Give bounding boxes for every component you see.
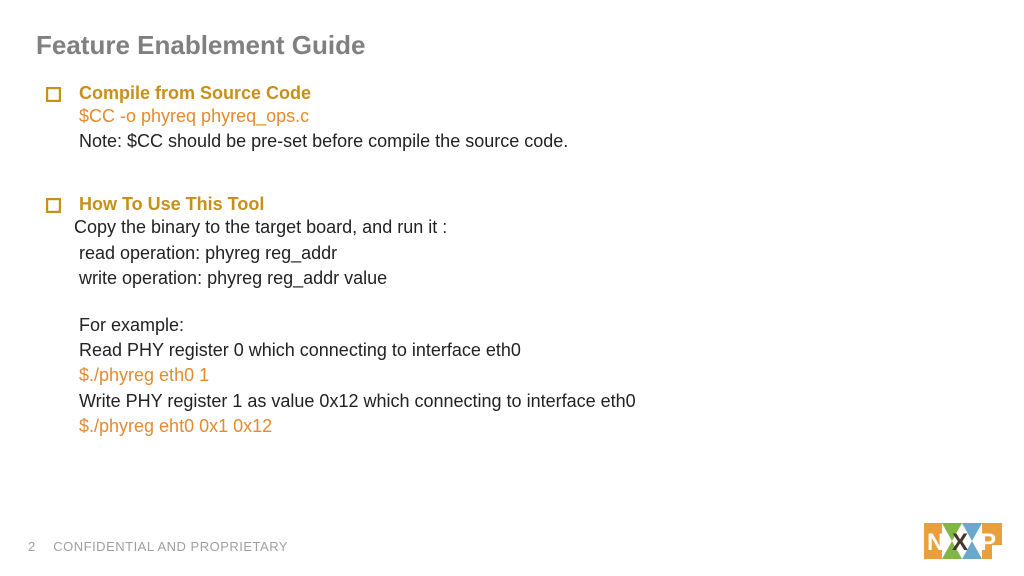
read-example-cmd: $./phyreg eth0 1 [79, 363, 988, 388]
example-label: For example: [79, 313, 988, 338]
page-title: Feature Enablement Guide [36, 30, 988, 61]
read-operation: read operation: phyreg reg_addr [79, 241, 988, 266]
body-block: Copy the binary to the target board, and… [74, 215, 988, 240]
page-number: 2 [28, 539, 35, 554]
write-operation: write operation: phyreg reg_addr value [79, 266, 988, 291]
body-block: $CC -o phyreq phyreq_ops.c Note: $CC sho… [79, 104, 988, 154]
square-bullet-icon [46, 198, 61, 213]
body-block: read operation: phyreg reg_addr write op… [79, 241, 988, 439]
compile-note: Note: $CC should be pre-set before compi… [79, 129, 988, 154]
slide: Feature Enablement Guide Compile from So… [0, 0, 1024, 576]
footer: 2 CONFIDENTIAL AND PROPRIETARY [28, 539, 288, 554]
usage-intro: Copy the binary to the target board, and… [74, 215, 988, 240]
section-heading: How To Use This Tool [79, 194, 264, 215]
section-heading: Compile from Source Code [79, 83, 311, 104]
bullet-row: How To Use This Tool [46, 194, 988, 215]
section-usage: How To Use This Tool Copy the binary to … [46, 194, 988, 439]
svg-text:P: P [980, 529, 996, 556]
svg-text:X: X [952, 529, 968, 556]
confidential-label: CONFIDENTIAL AND PROPRIETARY [53, 539, 288, 554]
write-example-desc: Write PHY register 1 as value 0x12 which… [79, 389, 988, 414]
read-example-desc: Read PHY register 0 which connecting to … [79, 338, 988, 363]
compile-command: $CC -o phyreq phyreq_ops.c [79, 104, 988, 129]
section-compile: Compile from Source Code $CC -o phyreq p… [46, 83, 988, 154]
spacer [79, 291, 988, 313]
write-example-cmd: $./phyreg eht0 0x1 0x12 [79, 414, 988, 439]
square-bullet-icon [46, 87, 61, 102]
nxp-logo-icon: N X P [924, 523, 1002, 564]
svg-text:N: N [927, 529, 943, 556]
bullet-row: Compile from Source Code [46, 83, 988, 104]
